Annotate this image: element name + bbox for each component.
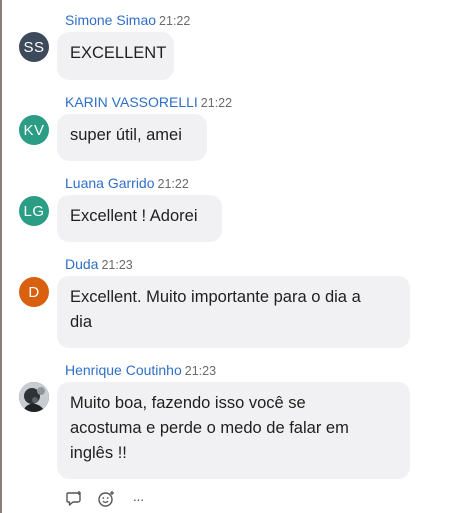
author-name[interactable]: Luana Garrido bbox=[65, 175, 155, 191]
message-bubble: super útil, amei bbox=[57, 114, 207, 161]
message-text: EXCELLENT bbox=[70, 44, 167, 62]
message-text: dia bbox=[70, 313, 93, 331]
message-meta: Luana Garrido 21:22 bbox=[65, 175, 189, 191]
message-bubble: Excellent ! Adorei bbox=[57, 195, 222, 242]
author-name[interactable]: Duda bbox=[65, 256, 98, 272]
reply-icon bbox=[66, 491, 81, 506]
message-bubble: Muito boa, fazendo isso você se acostuma… bbox=[57, 382, 410, 479]
emoji-react-icon bbox=[98, 491, 114, 507]
message-time: 21:22 bbox=[159, 14, 191, 28]
more-options-icon: ··· bbox=[132, 491, 145, 507]
message-text: Excellent. Muito importante para o dia a bbox=[70, 288, 361, 306]
message-text: acostuma e perde o medo de falar em bbox=[70, 419, 349, 437]
message-text: Muito boa, fazendo isso você se bbox=[70, 394, 306, 412]
message-time: 21:23 bbox=[184, 364, 217, 378]
avatar-photo bbox=[19, 382, 49, 412]
message-meta: KARIN VASSORELLI 21:22 bbox=[65, 94, 232, 110]
author-name[interactable]: KARIN VASSORELLI bbox=[65, 94, 198, 110]
message-actions: ··· bbox=[64, 488, 148, 510]
message-meta: Duda 21:23 bbox=[65, 256, 133, 272]
message-time: 21:23 bbox=[101, 258, 133, 272]
author-name[interactable]: Henrique Coutinho bbox=[65, 362, 182, 378]
author-name[interactable]: Simone Simao bbox=[65, 12, 156, 28]
avatar[interactable] bbox=[19, 382, 49, 412]
message-bubble: EXCELLENT bbox=[57, 32, 174, 80]
more-options-button[interactable]: ··· bbox=[128, 489, 148, 509]
reply-button[interactable] bbox=[64, 489, 84, 509]
avatar[interactable]: LG bbox=[19, 196, 49, 226]
react-button[interactable] bbox=[96, 489, 116, 509]
chat-thread: Simone Simao 21:22 SS EXCELLENT KARIN VAS… bbox=[0, 0, 454, 513]
message-meta: Henrique Coutinho 21:23 bbox=[65, 362, 216, 378]
avatar[interactable]: SS bbox=[19, 32, 49, 62]
avatar[interactable]: D bbox=[19, 277, 49, 307]
message-time: 21:22 bbox=[200, 96, 233, 110]
message-text: super útil, amei bbox=[70, 126, 182, 144]
message-text: Excellent ! Adorei bbox=[70, 207, 198, 225]
message-meta: Simone Simao 21:22 bbox=[65, 12, 190, 28]
message-bubble: Excellent. Muito importante para o dia a… bbox=[57, 276, 410, 348]
message-time: 21:22 bbox=[157, 177, 189, 191]
message-text: inglês !! bbox=[70, 444, 127, 462]
avatar[interactable]: KV bbox=[19, 115, 49, 145]
